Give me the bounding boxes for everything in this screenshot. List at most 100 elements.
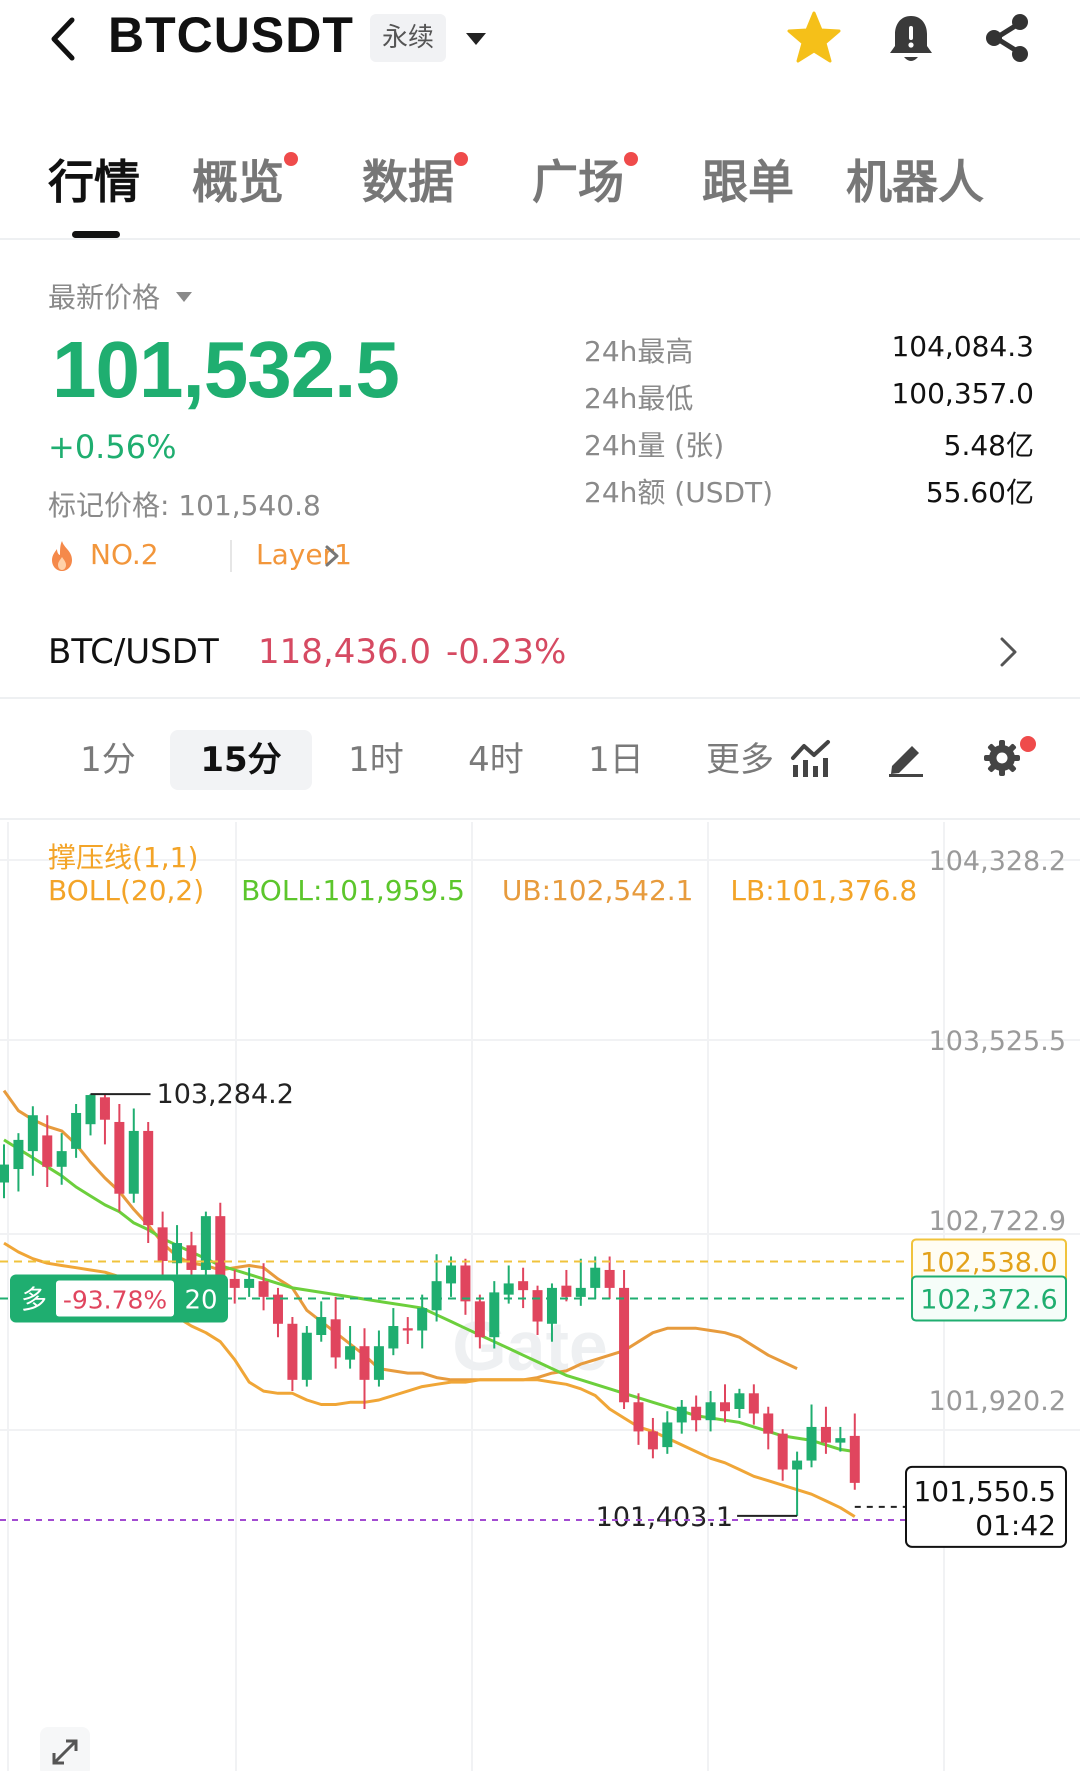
divider	[230, 540, 232, 572]
notification-dot	[1020, 736, 1036, 752]
tab-market[interactable]: 行情	[48, 146, 140, 212]
candle-body	[157, 1227, 168, 1261]
candle-body	[0, 1164, 9, 1183]
candle-body	[720, 1402, 730, 1412]
position-badge[interactable]: 多 -93.78% 20	[10, 1274, 228, 1323]
candle	[345, 1326, 356, 1369]
y-axis-labels: 104,328.2 103,525.5 102,722.9 101,920.2	[929, 846, 1066, 1417]
y-tick-label: 102,722.9	[929, 1206, 1066, 1237]
candle	[172, 1225, 183, 1275]
gear-icon[interactable]	[982, 738, 1022, 778]
tab-square[interactable]: 广场	[532, 146, 638, 212]
boll-lower-value: LB:101,376.8	[730, 874, 918, 907]
candle	[99, 1094, 110, 1145]
candle-body	[402, 1328, 413, 1331]
price-tag-value: 102,538.0	[920, 1247, 1057, 1278]
current-price-tag: 101,550.501:42	[905, 1465, 1067, 1548]
candle	[417, 1294, 428, 1349]
support-resistance-indicator[interactable]: 撑压线(1,1)	[48, 836, 198, 876]
candle	[849, 1413, 860, 1490]
candle-body	[114, 1121, 125, 1194]
candle-body	[128, 1130, 139, 1194]
candle-body	[85, 1095, 96, 1125]
chevron-right-icon[interactable]	[998, 634, 1020, 670]
boll-mid-value: BOLL:101,959.5	[241, 874, 465, 907]
candle	[619, 1269, 630, 1409]
boll-upper-value: UB:102,542.1	[501, 874, 694, 907]
tab-bots[interactable]: 机器人	[846, 146, 984, 212]
candle-body	[518, 1281, 529, 1291]
interval-4h[interactable]: 4时	[460, 730, 532, 790]
stat-label: 24h最低	[584, 382, 694, 415]
chevron-right-icon[interactable]	[324, 542, 340, 570]
stat-value: 55.60亿	[925, 476, 1034, 509]
active-tab-indicator	[72, 231, 120, 238]
candle-body	[388, 1326, 399, 1349]
tab-overview[interactable]: 概览	[192, 146, 298, 212]
chevron-down-icon[interactable]	[464, 30, 488, 48]
interval-1h[interactable]: 1时	[340, 730, 412, 790]
indicator-icon[interactable]	[790, 738, 832, 778]
candle	[806, 1404, 817, 1468]
expand-icon[interactable]	[40, 1727, 90, 1771]
candle	[792, 1451, 803, 1516]
candle-body	[590, 1267, 601, 1288]
candle	[402, 1317, 413, 1344]
stat-row-24h-volume: 24h量 (张) 5.48亿	[584, 424, 1034, 471]
candle-body	[460, 1265, 471, 1302]
candle-body	[359, 1346, 370, 1380]
interval-1d[interactable]: 1日	[580, 730, 652, 790]
tab-data[interactable]: 数据	[362, 146, 468, 212]
caret-down-icon[interactable]	[176, 292, 192, 302]
back-icon[interactable]	[44, 14, 84, 64]
interval-15m[interactable]: 15分	[170, 730, 312, 790]
y-tick-label: 103,525.5	[929, 1026, 1066, 1057]
candle-body	[792, 1460, 803, 1470]
candle-body	[619, 1287, 630, 1403]
star-icon[interactable]	[786, 10, 842, 66]
candle	[431, 1254, 442, 1322]
candle-body	[99, 1097, 110, 1120]
price-change-percent: +0.56%	[48, 428, 177, 466]
candle	[633, 1393, 644, 1445]
expand-icon-bg	[40, 1727, 90, 1771]
candle-body	[56, 1151, 67, 1167]
interval-1m[interactable]: 1分	[72, 730, 144, 790]
candle	[316, 1301, 327, 1342]
candle	[359, 1328, 370, 1409]
candle-body	[820, 1426, 831, 1443]
candle	[720, 1384, 730, 1423]
candle-body	[172, 1243, 183, 1264]
candle-body	[258, 1281, 269, 1297]
candle	[748, 1384, 759, 1425]
candle-body	[691, 1406, 702, 1421]
share-icon[interactable]	[982, 12, 1032, 64]
contract-type-badge[interactable]: 永续	[370, 14, 447, 62]
stat-label: 24h额 (USDT)	[584, 476, 774, 509]
candle	[27, 1106, 38, 1176]
interval-more[interactable]: 更多	[706, 730, 772, 790]
notification-dot	[284, 152, 298, 166]
bell-icon[interactable]	[886, 12, 936, 68]
candle-body	[143, 1130, 154, 1226]
candle	[777, 1429, 788, 1481]
boll-indicator-legend[interactable]: BOLL(20,2) BOLL:101,959.5 UB:102,542.1 L…	[48, 874, 945, 907]
tab-copy-trading[interactable]: 跟单	[702, 146, 794, 212]
candle	[330, 1296, 341, 1369]
candle	[157, 1211, 168, 1279]
candle-body	[229, 1278, 240, 1288]
spot-market-row[interactable]: BTC/USDT 118,436.0 -0.23%	[0, 620, 1080, 700]
candle-body	[561, 1285, 572, 1297]
candle	[676, 1400, 687, 1434]
candle	[13, 1133, 24, 1192]
draw-tool-icon[interactable]	[886, 738, 926, 778]
price-type-selector[interactable]: 最新价格	[48, 276, 160, 316]
stat-row-24h-low: 24h最低 100,357.0	[584, 377, 1034, 424]
candle-body	[835, 1438, 846, 1443]
stat-value: 104,084.3	[891, 330, 1034, 363]
candle	[662, 1411, 673, 1454]
chart-canvas[interactable]: Gate 104,328.2103,525.5102,722.9101,920.…	[0, 822, 1080, 1771]
candlestick-chart[interactable]: 撑压线(1,1) BOLL(20,2) BOLL:101,959.5 UB:10…	[0, 822, 1080, 1771]
mark-price: 标记价格: 101,540.8	[48, 489, 321, 522]
symbol-title[interactable]: BTCUSDT	[108, 6, 354, 64]
